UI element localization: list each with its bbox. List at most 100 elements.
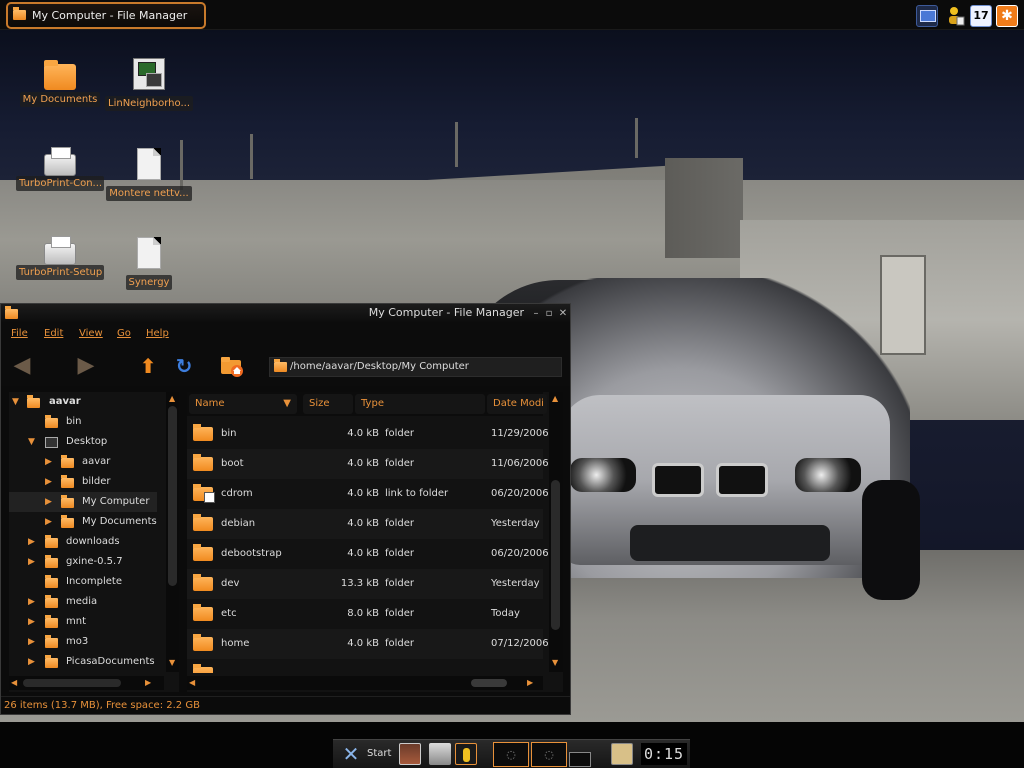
tree-horizontal-scrollbar[interactable]: ◀ ▶ [9,676,164,690]
toolbar: ◀ ▶ ⬆ ↻ /home/aavar/Desktop/My Computer [1,346,570,386]
tree-item-desktop[interactable]: ▼ Desktop [9,432,157,452]
file-row-bin[interactable]: bin 4.0 kB folder 11/29/2006 [187,419,549,449]
file-row-etc[interactable]: etc 8.0 kB folder Today [187,599,543,629]
workspace-2[interactable]: ◌ [531,742,567,767]
file-row-boot[interactable]: boot 4.0 kB folder 11/06/2006 [187,449,549,479]
folder-icon [45,555,58,568]
desktop-icon-my-documents[interactable]: My Documents [15,60,105,110]
tree-item-desktop-aavar[interactable]: ▶ aavar [9,452,157,472]
top-panel: My Computer - File Manager 17 ✱ [0,0,1024,30]
photo-viewer-icon[interactable] [399,743,421,765]
star-icon[interactable]: ✱ [996,5,1018,27]
scroll-left-icon[interactable]: ◀ [11,678,17,687]
workspace-3[interactable] [569,752,591,767]
workspace-1[interactable]: ◌ [493,742,529,767]
desktop-icon-turboprint-control[interactable]: TurboPrint-Con... [15,147,105,194]
chevron-down-icon[interactable]: ▼ [28,432,38,452]
column-name[interactable]: Name ▼ [189,394,297,414]
network-icon[interactable] [429,743,451,765]
scroll-right-icon[interactable]: ▶ [527,678,533,687]
minimize-button[interactable]: – [530,305,542,319]
user-icon[interactable] [455,743,477,765]
chevron-right-icon[interactable]: ▶ [28,612,38,632]
chevron-down-icon[interactable]: ▼ [12,392,22,412]
list-horizontal-scrollbar[interactable]: ◀ ▶ [187,676,543,690]
list-header: Name ▼ Size Type Date Modi [187,392,547,416]
folder-icon [45,635,58,648]
monitor-icon[interactable] [916,5,938,27]
menu-edit[interactable]: Edit [44,328,63,339]
chevron-right-icon[interactable]: ▶ [28,592,38,612]
tree-item-picasadocuments[interactable]: ▶ PicasaDocuments [9,652,157,672]
start-button[interactable]: ✕ Start [337,742,393,766]
column-size[interactable]: Size [303,394,353,414]
tree-item-gxine[interactable]: ▶ gxine-0.5.7 [9,552,157,572]
up-arrow-icon[interactable]: ⬆ [135,354,161,378]
menu-go[interactable]: Go [117,328,131,339]
clipboard-icon[interactable] [611,743,633,765]
chevron-right-icon[interactable]: ▶ [45,512,55,532]
scroll-left-icon[interactable]: ◀ [189,678,195,687]
file-row-dev[interactable]: dev 13.3 kB folder Yesterday [187,569,543,599]
file-row-debootstrap[interactable]: debootstrap 4.0 kB folder 06/20/2006 [187,539,549,569]
scroll-thumb[interactable] [23,679,121,687]
tree-item-media[interactable]: ▶ media [9,592,157,612]
scroll-down-icon[interactable]: ▼ [169,658,175,667]
scroll-down-icon[interactable]: ▼ [552,658,558,667]
chevron-right-icon[interactable]: ▶ [45,472,55,492]
tree-item-bin[interactable]: bin [9,412,157,432]
scroll-thumb[interactable] [551,480,560,630]
scroll-up-icon[interactable]: ▲ [552,394,558,403]
chevron-right-icon[interactable]: ▶ [28,652,38,672]
column-type[interactable]: Type [355,394,485,414]
tree-item-downloads[interactable]: ▶ downloads [9,532,157,552]
tree-vertical-scrollbar[interactable]: ▲ ▼ [166,392,179,672]
menu-help[interactable]: Help [146,328,169,339]
desktop-icon-montere-nettverk[interactable]: Montere nettv... [104,148,194,204]
scroll-up-icon[interactable]: ▲ [169,394,175,403]
menu-view[interactable]: View [79,328,103,339]
file-row-cdrom[interactable]: cdrom 4.0 kB link to folder 06/20/2006 [187,479,549,509]
location-bar[interactable]: /home/aavar/Desktop/My Computer [269,357,562,377]
reload-icon[interactable]: ↻ [171,354,197,378]
scroll-thumb[interactable] [471,679,507,687]
home-folder-icon[interactable] [219,354,245,378]
scroll-right-icon[interactable]: ▶ [145,678,151,687]
tree-item-mnt[interactable]: ▶ mnt [9,612,157,632]
folder-icon [44,60,76,90]
tree-item-incomplete[interactable]: Incomplete [9,572,157,592]
forward-arrow-icon[interactable]: ▶ [73,354,99,378]
window-titlebar[interactable]: My Computer - File Manager – ▫ ✕ [1,304,570,322]
desktop-icon-turboprint-setup[interactable]: TurboPrint-Setup [15,236,105,283]
chevron-right-icon[interactable]: ▶ [28,552,38,572]
start-logo-icon: ✕ [342,742,360,766]
clock[interactable]: 0:15 [641,743,687,765]
list-vertical-scrollbar[interactable]: ▲ ▼ [549,392,563,672]
chevron-right-icon[interactable]: ▶ [45,492,55,512]
user-icon[interactable] [944,5,966,27]
chevron-right-icon[interactable]: ▶ [28,532,38,552]
folder-icon [193,664,213,673]
file-row-home[interactable]: home 4.0 kB folder 07/12/2006 [187,629,549,659]
back-arrow-icon[interactable]: ◀ [9,354,35,378]
scroll-thumb[interactable] [168,406,177,586]
file-row-debian[interactable]: debian 4.0 kB folder Yesterday [187,509,543,539]
tree-item-bilder[interactable]: ▶ bilder [9,472,157,492]
desktop-icon-linneighborhood[interactable]: LinNeighborho... [104,58,194,114]
tree-item-my-computer[interactable]: ▶ My Computer [9,492,157,512]
file-row-partial[interactable] [187,659,543,673]
tree-item-aavar[interactable]: ▼ aavar [9,392,157,412]
tree-item-my-documents[interactable]: ▶ My Documents [9,512,157,532]
folder-icon [45,615,58,628]
chevron-right-icon[interactable]: ▶ [28,632,38,652]
folder-icon [13,7,26,20]
maximize-button[interactable]: ▫ [543,305,555,319]
calendar-icon[interactable]: 17 [970,5,992,27]
close-button[interactable]: ✕ [557,305,569,319]
chevron-right-icon[interactable]: ▶ [45,452,55,472]
menu-file[interactable]: File [11,328,28,339]
tree-item-mo3[interactable]: ▶ mo3 [9,632,157,652]
column-date[interactable]: Date Modi [487,394,547,414]
taskbar-window-button[interactable]: My Computer - File Manager [6,2,206,29]
desktop-icon-synergy[interactable]: Synergy [104,237,194,293]
